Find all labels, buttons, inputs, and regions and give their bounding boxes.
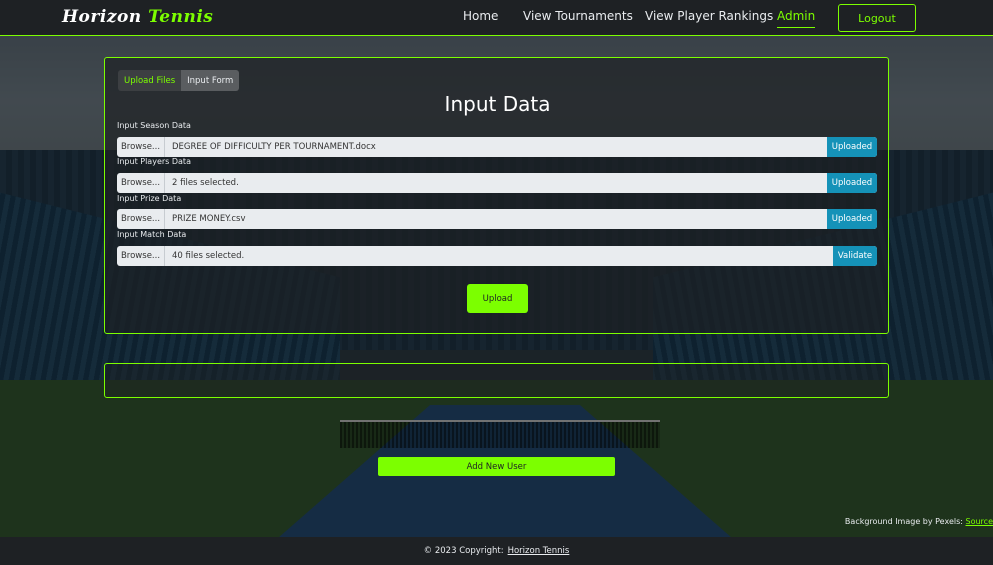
brand-word-2: Tennis bbox=[148, 7, 214, 27]
logout-button[interactable]: Logout bbox=[838, 4, 916, 32]
upload-button[interactable]: Upload bbox=[467, 284, 528, 313]
nav-view-player-rankings[interactable]: View Player Rankings bbox=[645, 9, 773, 23]
prize-data-file-input[interactable]: Browse... PRIZE MONEY.csv Uploaded bbox=[117, 209, 877, 229]
footer-link[interactable]: Horizon Tennis bbox=[508, 546, 570, 556]
uploaded-status-button[interactable]: Uploaded bbox=[827, 137, 877, 157]
players-data-label: Input Players Data bbox=[117, 157, 191, 166]
nav-home[interactable]: Home bbox=[463, 9, 498, 23]
brand-logo[interactable]: Horizon Tennis bbox=[62, 7, 213, 27]
uploaded-status-button[interactable]: Uploaded bbox=[827, 209, 877, 229]
selected-file-name: 2 files selected. bbox=[172, 178, 239, 188]
selected-file-name: 40 files selected. bbox=[172, 251, 245, 261]
season-data-file-input[interactable]: Browse... DEGREE OF DIFFICULTY PER TOURN… bbox=[117, 137, 877, 157]
credit-text: Background Image by Pexels: bbox=[844, 517, 963, 526]
tab-group: Upload Files Input Form bbox=[118, 70, 240, 91]
selected-file-name: DEGREE OF DIFFICULTY PER TOURNAMENT.docx bbox=[172, 142, 376, 152]
nav-admin[interactable]: Admin bbox=[777, 9, 816, 28]
validate-button[interactable]: Validate bbox=[833, 246, 877, 266]
nav-view-tournaments[interactable]: View Tournaments bbox=[523, 9, 633, 23]
browse-button[interactable]: Browse... bbox=[117, 209, 165, 229]
browse-button[interactable]: Browse... bbox=[117, 137, 165, 157]
brand-word-1: Horizon bbox=[62, 7, 142, 27]
tab-upload-files[interactable]: Upload Files bbox=[118, 70, 182, 91]
navbar: Horizon Tennis Home View Tournaments Vie… bbox=[0, 0, 993, 36]
browse-button[interactable]: Browse... bbox=[117, 173, 165, 193]
season-data-label: Input Season Data bbox=[117, 121, 191, 130]
credit-source-link[interactable]: Source bbox=[966, 517, 993, 526]
uploaded-status-button[interactable]: Uploaded bbox=[827, 173, 877, 193]
selected-file-name: PRIZE MONEY.csv bbox=[172, 214, 246, 224]
prize-data-label: Input Prize Data bbox=[117, 194, 182, 203]
add-new-user-button[interactable]: Add New User bbox=[378, 457, 615, 476]
match-data-file-input[interactable]: Browse... 40 files selected. Validate bbox=[117, 246, 877, 266]
players-data-file-input[interactable]: Browse... 2 files selected. Uploaded bbox=[117, 173, 877, 193]
background-credit: Background Image by Pexels: Source bbox=[845, 517, 993, 526]
tab-input-form[interactable]: Input Form bbox=[181, 70, 240, 91]
footer: © 2023 Copyright: Horizon Tennis bbox=[0, 537, 993, 565]
results-panel bbox=[104, 363, 889, 398]
page-title: Input Data bbox=[444, 92, 551, 116]
match-data-label: Input Match Data bbox=[117, 230, 187, 239]
footer-copyright: © 2023 Copyright: bbox=[423, 546, 504, 556]
input-data-card: Upload Files Input Form Input Data Input… bbox=[104, 57, 889, 334]
browse-button[interactable]: Browse... bbox=[117, 246, 165, 266]
